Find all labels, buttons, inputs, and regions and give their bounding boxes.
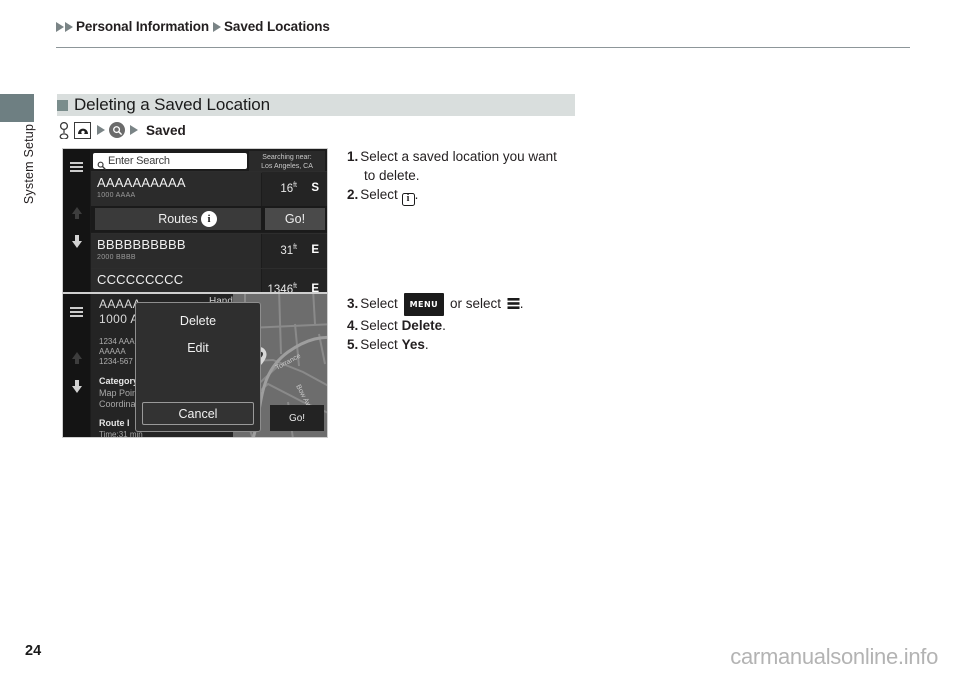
menu-item-delete[interactable]: Delete	[136, 314, 260, 328]
nav-path-final-label: Saved	[146, 122, 186, 138]
list-item-direction: E	[311, 244, 319, 256]
routes-button[interactable]: Routes	[95, 208, 261, 230]
search-placeholder: Enter Search	[108, 155, 170, 167]
step-text: Select	[360, 187, 398, 202]
searching-near-label: Searching near:	[262, 154, 312, 161]
saved-location-detail-menu-screenshot: AAAAA Hand 1000 A 1234 AAA AAAAA 1234-56…	[62, 293, 328, 438]
step-number: 2.	[347, 187, 359, 202]
hamburger-icon[interactable]	[70, 162, 83, 172]
instruction-step-4: 4. Select Delete.	[347, 316, 647, 335]
instruction-step-1: 1. Select a saved location you want to de…	[347, 147, 647, 185]
menu-item-edit[interactable]: Edit	[136, 341, 260, 355]
list-item-address: 1000 AAAA	[97, 192, 136, 199]
instruction-step-5: 5. Select Yes.	[347, 335, 647, 354]
detail-category-value: Map Point	[99, 388, 140, 398]
nav-path: Saved	[57, 121, 186, 140]
list-item-name: AAAAAAAAAA	[97, 175, 186, 190]
info-circle-icon: i	[401, 192, 415, 206]
list-item-distance: 16ft	[280, 182, 297, 195]
detail-subtitle: 1000 A	[99, 312, 139, 326]
arrow-up-icon-stem	[74, 359, 79, 364]
breadcrumb-arrow-icon	[213, 21, 222, 32]
device-left-rail	[63, 294, 90, 437]
info-circle-icon[interactable]: i	[201, 211, 217, 227]
instruction-step-2: 2. Select i.	[347, 185, 647, 206]
step-emphasis: Yes	[401, 337, 425, 352]
nav-arrow-icon	[97, 125, 105, 135]
step-punctuation: .	[414, 187, 419, 202]
list-item[interactable]: CCCCCCCCC 1346ft E	[91, 268, 327, 293]
steering-wheel-icon	[57, 121, 71, 140]
step-text-mid: or select	[449, 296, 501, 311]
list-item-distance: 31ft	[280, 244, 297, 257]
list-menu-icon	[507, 296, 520, 309]
map-go-button[interactable]: Go!	[270, 405, 324, 431]
breadcrumb-arrow-icon	[56, 21, 64, 32]
step-number: 5.	[347, 337, 359, 352]
list-item-direction: E	[311, 283, 319, 293]
instructions-group-1: 1. Select a saved location you want to de…	[347, 147, 647, 206]
page-number: 24	[25, 643, 42, 659]
step-text: Select a saved location you want	[360, 149, 557, 164]
home-icon	[74, 121, 91, 139]
list-item-address: 2000 BBBB	[97, 254, 136, 261]
searching-near-value: Los Angeles, CA	[261, 163, 313, 170]
breadcrumb-item-personal-information: Personal Information	[76, 19, 210, 34]
list-item-name: BBBBBBBBBB	[97, 237, 186, 252]
step-text: Select	[360, 337, 398, 352]
arrow-up-icon-stem	[74, 214, 79, 219]
arrow-down-icon[interactable]	[72, 386, 82, 393]
menu-button-icon: MENU	[403, 293, 445, 316]
step-punctuation: .	[519, 296, 524, 311]
step-number: 4.	[347, 318, 359, 333]
context-menu-dialog: Delete Edit Cancel	[135, 302, 261, 432]
detail-route-info-label: Route I	[99, 418, 130, 428]
list-item-direction: S	[311, 182, 319, 194]
step-number: 3.	[347, 296, 359, 311]
breadcrumb-arrow-icon	[65, 21, 73, 32]
saved-locations-list-screenshot: Enter Search Searching near: Los Angeles…	[62, 148, 328, 293]
step-text: Select	[360, 296, 398, 311]
search-input[interactable]: Enter Search	[93, 153, 247, 170]
list-item-distance: 1346ft	[267, 283, 297, 293]
step-punctuation: .	[442, 318, 446, 333]
arrow-up-icon[interactable]	[72, 207, 82, 214]
arrow-up-icon[interactable]	[72, 352, 82, 359]
step-punctuation: .	[424, 337, 429, 352]
magnifier-icon	[109, 122, 125, 138]
go-button[interactable]: Go!	[265, 208, 325, 230]
breadcrumb-item-saved-locations: Saved Locations	[224, 19, 330, 34]
action-bar: Routes i Go!	[91, 206, 327, 232]
list-item[interactable]: BBBBBBBBBB 2000 BBBB 31ft E	[91, 233, 327, 268]
search-icon	[97, 157, 106, 170]
cancel-button[interactable]: Cancel	[142, 402, 254, 425]
step-text-continued: to delete.	[364, 168, 420, 183]
page-title: Deleting a Saved Location	[74, 95, 270, 114]
watermark: carmanualsonline.info	[730, 644, 938, 669]
step-text: Select	[360, 318, 398, 333]
hamburger-icon[interactable]	[70, 307, 83, 317]
step-emphasis: Delete	[401, 318, 443, 333]
section-heading-square-icon	[57, 100, 68, 111]
list-item[interactable]: AAAAAAAAAA 1000 AAAA 16ft S	[91, 171, 327, 206]
breadcrumb: Personal Information Saved Locations	[56, 19, 330, 34]
nav-arrow-icon	[130, 125, 138, 135]
step-number: 1.	[347, 149, 359, 164]
instructions-group-2: 3. Select MENU or select . 4. Select Delet…	[347, 293, 647, 354]
device-left-rail	[63, 149, 90, 292]
arrow-down-icon[interactable]	[72, 241, 82, 248]
detail-category-label: Category	[99, 376, 139, 386]
list-item-name: CCCCCCCCC	[97, 272, 184, 287]
instruction-step-3: 3. Select MENU or select .	[347, 293, 647, 316]
section-tab-label: System Setup	[22, 123, 36, 205]
detail-address: 1234 AAA AAAAA 1234-567	[99, 337, 135, 366]
searching-near-indicator: Searching near: Los Angeles, CA	[249, 151, 325, 173]
header-divider	[56, 47, 910, 48]
